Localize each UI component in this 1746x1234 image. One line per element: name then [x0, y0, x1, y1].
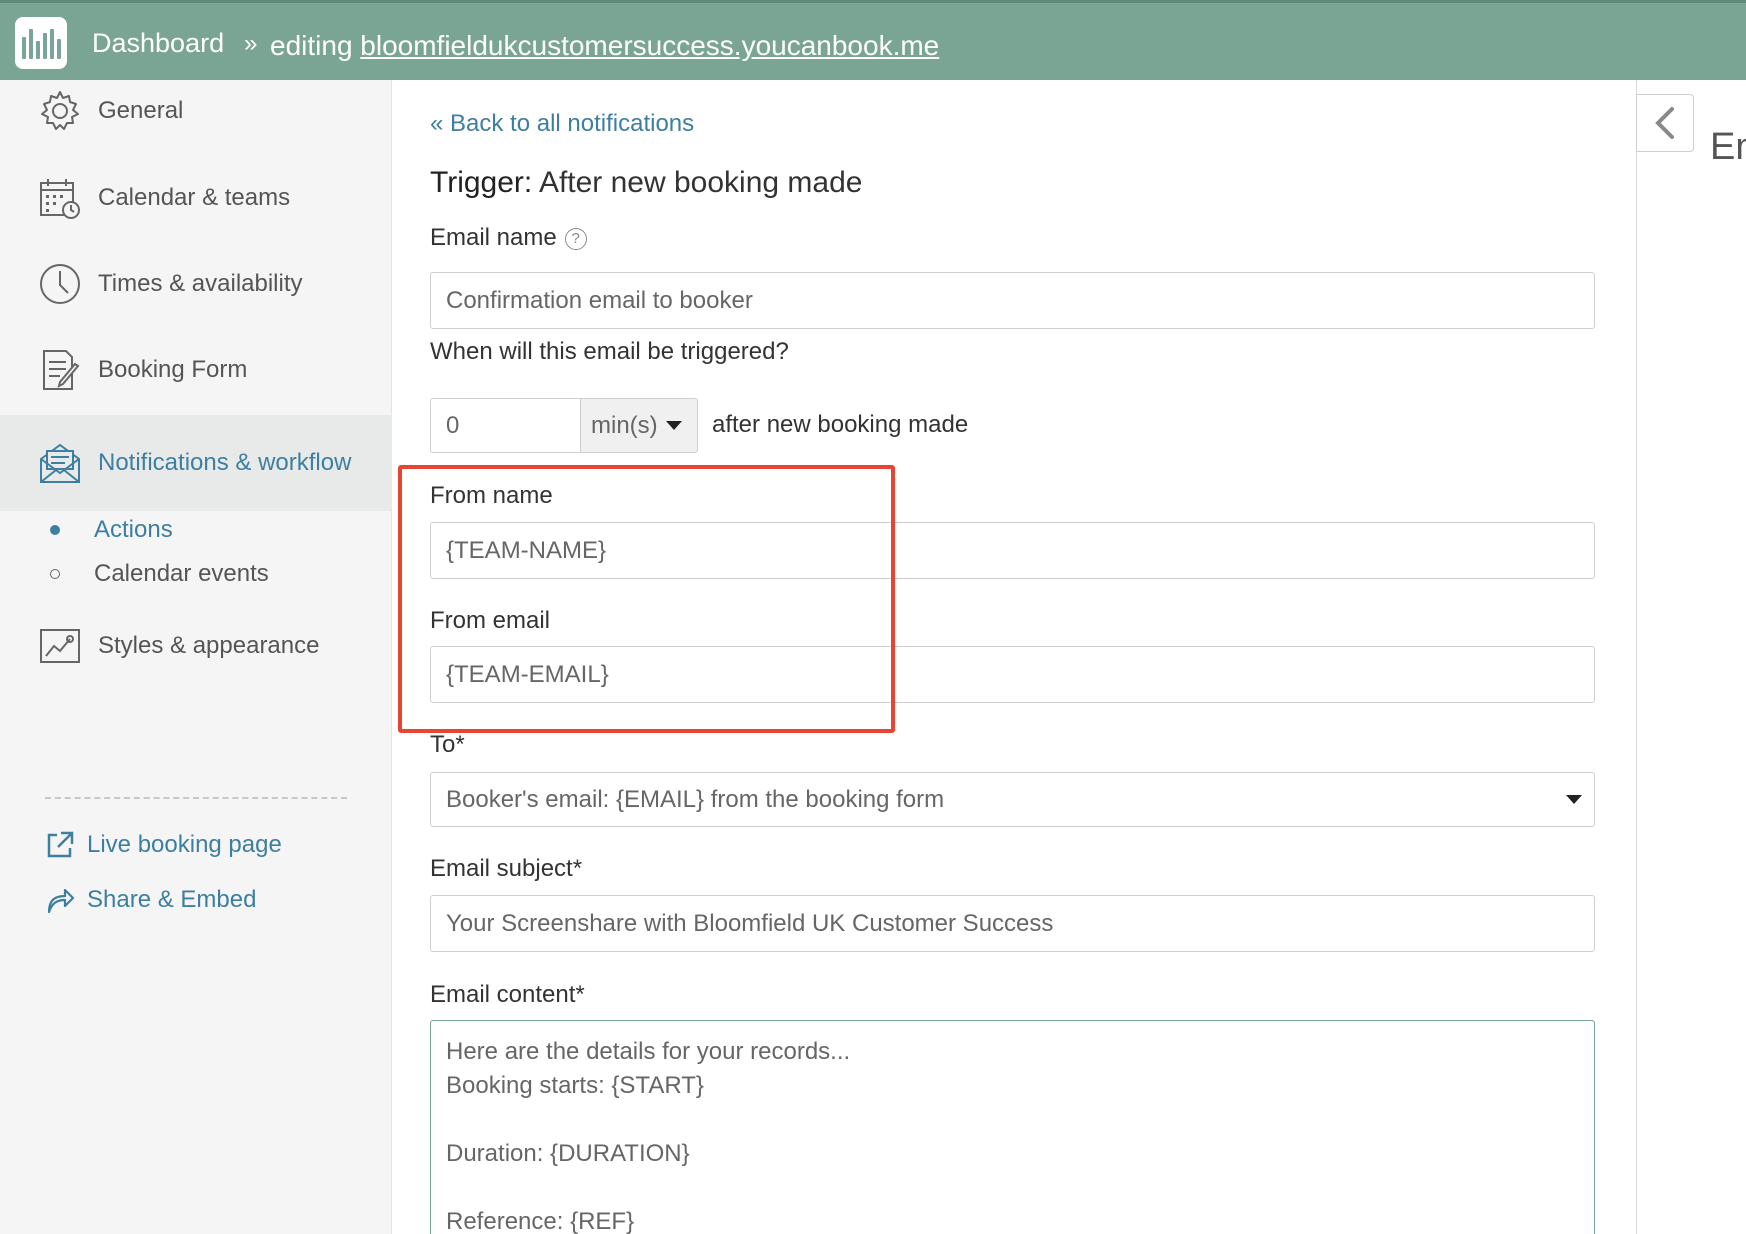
envelope-icon: [40, 443, 80, 483]
sidebar: General Calendar & teams Times & availab…: [0, 80, 392, 1234]
trigger-amount-input[interactable]: 0: [430, 398, 580, 453]
sidebar-subitem-label: Calendar events: [94, 560, 269, 587]
trigger-amount-value: 0: [446, 411, 460, 439]
booking-domain-link[interactable]: bloomfieldukcustomersuccess.youcanbook.m…: [360, 30, 939, 61]
email-subject-value: Your Screenshare with Bloomfield UK Cust…: [446, 909, 1054, 937]
sidebar-item-label: Times & availability: [98, 270, 303, 297]
right-panel: [1637, 80, 1746, 1234]
trigger-unit-value: min(s): [591, 411, 658, 439]
from-name-input[interactable]: {TEAM-NAME}: [430, 522, 1595, 579]
gear-icon: [41, 91, 79, 130]
email-name-value: Confirmation email to booker: [446, 286, 753, 314]
editing-breadcrumb: editing bloomfieldukcustomersuccess.youc…: [270, 30, 939, 62]
email-subject-input[interactable]: Your Screenshare with Bloomfield UK Cust…: [430, 895, 1595, 952]
trigger-unit-select[interactable]: min(s): [580, 398, 698, 453]
collapse-panel-button[interactable]: [1636, 94, 1694, 152]
external-link-icon: [47, 831, 74, 858]
when-triggered-label: When will this email be triggered?: [430, 338, 789, 365]
form-edit-icon: [43, 350, 80, 390]
sidebar-item-label: Styles & appearance: [98, 632, 320, 659]
email-content-textarea[interactable]: Here are the details for your records...…: [430, 1020, 1595, 1234]
from-email-input[interactable]: {TEAM-EMAIL}: [430, 646, 1595, 703]
content-line: Booking starts: {START}: [446, 1072, 704, 1099]
sidebar-item-label: General: [98, 97, 184, 124]
email-name-label-text: Email name: [430, 224, 557, 251]
notification-editor: « Back to all notifications Trigger: Aft…: [393, 80, 1637, 1234]
email-name-input[interactable]: Confirmation email to booker: [430, 272, 1595, 329]
breadcrumb-separator: »: [244, 30, 258, 57]
content-line: Here are the details for your records...: [446, 1038, 851, 1065]
sidebar-subitem-actions[interactable]: Actions: [50, 516, 173, 544]
live-booking-page-link[interactable]: Live booking page: [45, 830, 282, 860]
content-line: Reference: {REF}: [446, 1208, 635, 1234]
email-subject-label: Email subject*: [430, 855, 583, 882]
sidebar-subitem-calendar-events[interactable]: Calendar events: [50, 560, 269, 588]
share-arrow-icon: [47, 888, 75, 914]
calendar-clock-icon: [40, 179, 80, 219]
trigger-heading: Trigger: After new booking made: [430, 166, 862, 200]
sidebar-subitem-label: Actions: [94, 516, 173, 543]
right-panel-partial-text: En: [1710, 126, 1746, 168]
email-name-label: Email name?: [430, 224, 587, 252]
trigger-label: Trigger:: [430, 166, 533, 199]
to-label: To*: [430, 731, 465, 758]
share-embed-label: Share & Embed: [87, 886, 257, 913]
sidebar-item-calendar-teams[interactable]: Calendar & teams: [0, 150, 392, 246]
from-email-label: From email: [430, 607, 551, 634]
sidebar-divider: [45, 797, 347, 799]
sidebar-item-times-availability[interactable]: Times & availability: [0, 236, 392, 332]
app-logo-icon[interactable]: [15, 17, 67, 69]
from-email-value: {TEAM-EMAIL}: [446, 660, 609, 688]
sidebar-item-styles-appearance[interactable]: Styles & appearance: [0, 598, 392, 694]
to-recipient-select[interactable]: Booker's email: {EMAIL} from the booking…: [430, 772, 1595, 827]
caret-down-icon: [665, 421, 682, 430]
sidebar-item-general[interactable]: General: [0, 63, 392, 159]
sidebar-item-label: Notifications & workflow: [98, 449, 352, 476]
bullet-open-icon: [50, 569, 60, 579]
editing-prefix: editing: [270, 30, 353, 61]
content-line: [446, 1171, 1579, 1205]
styles-image-icon: [40, 629, 80, 663]
from-name-value: {TEAM-NAME}: [446, 536, 607, 564]
sidebar-item-label: Booking Form: [98, 356, 248, 383]
sidebar-item-booking-form[interactable]: Booking Form: [0, 322, 392, 418]
dashboard-link[interactable]: Dashboard: [92, 28, 224, 59]
sidebar-item-notifications-workflow[interactable]: Notifications & workflow: [0, 415, 392, 511]
trigger-suffix-text: after new booking made: [712, 411, 969, 438]
content-line: Duration: {DURATION}: [446, 1140, 690, 1167]
chevron-left-icon: [1655, 107, 1674, 139]
content-line: [446, 1103, 1579, 1137]
bullet-filled-icon: [50, 525, 60, 535]
share-embed-link[interactable]: Share & Embed: [45, 885, 256, 915]
live-booking-page-label: Live booking page: [87, 831, 282, 858]
clock-icon: [40, 264, 80, 304]
email-content-label: Email content*: [430, 981, 585, 1008]
caret-down-icon: [1566, 795, 1582, 804]
back-to-notifications-link[interactable]: « Back to all notifications: [430, 110, 694, 138]
to-recipient-value: Booker's email: {EMAIL} from the booking…: [446, 785, 945, 813]
help-icon[interactable]: ?: [564, 227, 587, 250]
trigger-value: After new booking made: [538, 166, 863, 199]
from-name-label: From name: [430, 482, 553, 509]
sidebar-item-label: Calendar & teams: [98, 184, 291, 211]
